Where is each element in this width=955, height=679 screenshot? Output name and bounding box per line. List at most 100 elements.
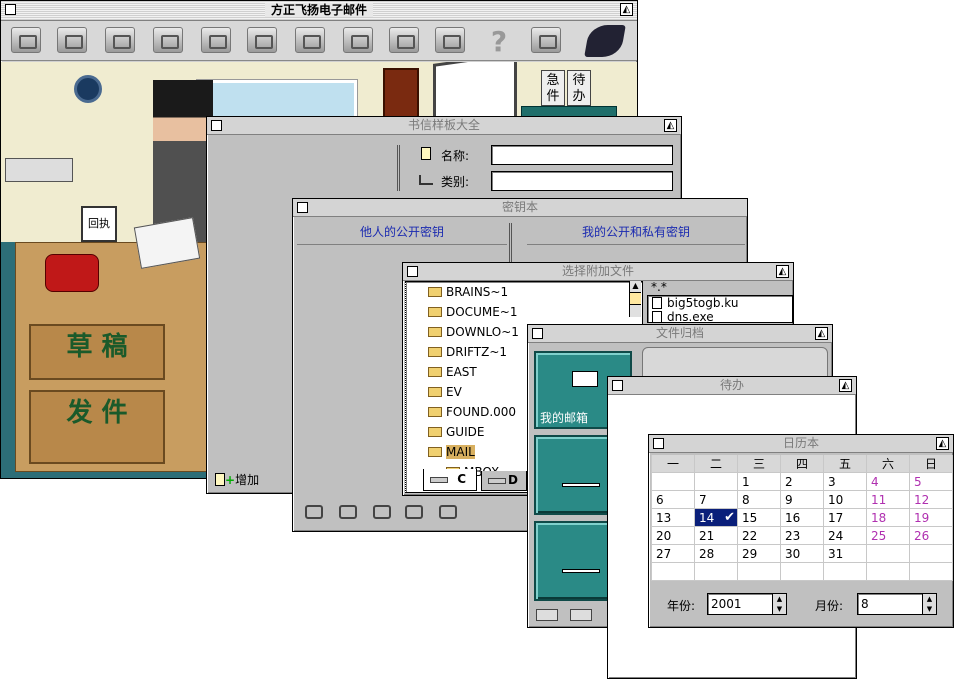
- address-book-icon[interactable]: [57, 27, 87, 53]
- close-box[interactable]: [5, 4, 16, 15]
- year-stepper[interactable]: ▲ ▼: [772, 594, 786, 614]
- calendar-day[interactable]: 8: [738, 491, 781, 509]
- calendar-day[interactable]: 5: [910, 473, 953, 491]
- calendar-day[interactable]: 15: [738, 509, 781, 527]
- tree-scrollbar[interactable]: ▲: [629, 281, 641, 317]
- close-box[interactable]: [407, 266, 418, 277]
- calendar-day[interactable]: [695, 473, 738, 491]
- category-field[interactable]: [491, 171, 673, 191]
- calendar-day[interactable]: [910, 563, 953, 581]
- close-box[interactable]: [532, 328, 543, 339]
- calendar-day[interactable]: [695, 563, 738, 581]
- zoom-box[interactable]: ◭: [664, 119, 677, 132]
- calendar-day[interactable]: [867, 563, 910, 581]
- calendar-day[interactable]: 27: [652, 545, 695, 563]
- zoom-box[interactable]: ◭: [936, 437, 949, 450]
- letter-templates-titlebar[interactable]: 书信样板大全 ◭: [207, 117, 681, 135]
- keyring-titlebar[interactable]: 密钥本: [293, 199, 747, 217]
- remove-folder-icon[interactable]: [570, 609, 592, 621]
- calendar-day[interactable]: 9: [781, 491, 824, 509]
- zoom-box[interactable]: ◭: [776, 265, 789, 278]
- folder-item[interactable]: BRAINS~1: [428, 282, 642, 302]
- calendar-day[interactable]: 25: [867, 527, 910, 545]
- calendar-day[interactable]: 28: [695, 545, 738, 563]
- zoom-box[interactable]: ◭: [815, 327, 828, 340]
- file-item[interactable]: dns.exe: [652, 310, 792, 322]
- calendar-day[interactable]: 19: [910, 509, 953, 527]
- send-receive-icon[interactable]: [389, 27, 419, 53]
- inbox-icon[interactable]: [11, 27, 41, 53]
- drive-tab-d[interactable]: D: [481, 471, 527, 491]
- close-box[interactable]: [612, 380, 623, 391]
- folder-item[interactable]: DOCUME~1: [428, 302, 642, 322]
- calendar-day[interactable]: 31: [824, 545, 867, 563]
- calendar-day[interactable]: 17: [824, 509, 867, 527]
- calendar-day[interactable]: 2: [781, 473, 824, 491]
- calendar-day[interactable]: [738, 563, 781, 581]
- calendar-day[interactable]: 13: [652, 509, 695, 527]
- calendar-day[interactable]: 29: [738, 545, 781, 563]
- month-field[interactable]: 8 ▲ ▼: [857, 593, 937, 615]
- drive-tab-c[interactable]: C: [423, 469, 477, 491]
- calendar-day[interactable]: 30: [781, 545, 824, 563]
- tools-icon[interactable]: [343, 27, 373, 53]
- calendar-day[interactable]: 16: [781, 509, 824, 527]
- zoom-box[interactable]: ◭: [620, 3, 633, 16]
- todo-titlebar[interactable]: 待办 ◭: [608, 377, 856, 395]
- calendar-day[interactable]: 18: [867, 509, 910, 527]
- print-icon[interactable]: [435, 27, 465, 53]
- compose-icon[interactable]: [105, 27, 135, 53]
- main-titlebar[interactable]: 方正飞扬电子邮件 ◭: [1, 1, 637, 21]
- archive-titlebar[interactable]: 文件归档 ◭: [528, 325, 832, 343]
- reply-icon[interactable]: [201, 27, 231, 53]
- year-field[interactable]: 2001 ▲ ▼: [707, 593, 787, 615]
- calendar-day[interactable]: 21: [695, 527, 738, 545]
- my-keys-tab[interactable]: 我的公开和私有密钥: [527, 221, 745, 245]
- edit-key-icon[interactable]: [373, 505, 391, 519]
- forward-icon[interactable]: [247, 27, 277, 53]
- calendar-day[interactable]: [652, 473, 695, 491]
- calendar-day[interactable]: [824, 563, 867, 581]
- calendar-day[interactable]: [781, 563, 824, 581]
- calendar-day[interactable]: 23: [781, 527, 824, 545]
- calendar-day[interactable]: 22: [738, 527, 781, 545]
- remove-key-icon[interactable]: [339, 505, 357, 519]
- calendar-day[interactable]: 20: [652, 527, 695, 545]
- export-key-icon[interactable]: [439, 505, 457, 519]
- pending-tray[interactable]: 待办: [567, 70, 591, 106]
- printer-icon[interactable]: [5, 158, 73, 182]
- calendar-day[interactable]: [652, 563, 695, 581]
- calendar-titlebar[interactable]: 日历本 ◭: [649, 435, 953, 453]
- file-item[interactable]: big5togb.ku: [652, 296, 792, 310]
- notebook-icon[interactable]: [295, 27, 325, 53]
- attach-titlebar[interactable]: 选择附加文件 ◭: [403, 263, 793, 281]
- exit-icon[interactable]: [531, 27, 561, 53]
- drafts-drawer[interactable]: 草 稿: [29, 324, 165, 380]
- close-box[interactable]: [653, 438, 664, 449]
- calendar-day[interactable]: 10: [824, 491, 867, 509]
- month-stepper[interactable]: ▲ ▼: [922, 594, 936, 614]
- add-template-button[interactable]: +增加: [215, 471, 281, 491]
- others-keys-tab[interactable]: 他人的公开密钥: [297, 221, 507, 245]
- help-icon[interactable]: ?: [485, 25, 513, 58]
- scroll-thumb[interactable]: [630, 293, 641, 305]
- add-folder-icon[interactable]: [536, 609, 558, 621]
- clock-icon[interactable]: [74, 75, 102, 103]
- import-key-icon[interactable]: [405, 505, 423, 519]
- calendar-day-selected[interactable]: 14 ✔: [695, 509, 738, 527]
- filter-field[interactable]: *.*: [647, 281, 793, 295]
- name-field[interactable]: [491, 145, 673, 165]
- calendar-day[interactable]: 11: [867, 491, 910, 509]
- calendar-day[interactable]: [867, 545, 910, 563]
- read-mail-icon[interactable]: [153, 27, 183, 53]
- zoom-box[interactable]: ◭: [839, 379, 852, 392]
- telephone-icon[interactable]: [45, 254, 99, 292]
- add-key-icon[interactable]: [305, 505, 323, 519]
- calendar-day[interactable]: 3: [824, 473, 867, 491]
- close-box[interactable]: [211, 120, 222, 131]
- calendar-day[interactable]: [910, 545, 953, 563]
- receipt-card[interactable]: 回执: [81, 206, 117, 242]
- urgent-tray[interactable]: 急件: [541, 70, 565, 106]
- close-box[interactable]: [297, 202, 308, 213]
- calendar-day[interactable]: 24: [824, 527, 867, 545]
